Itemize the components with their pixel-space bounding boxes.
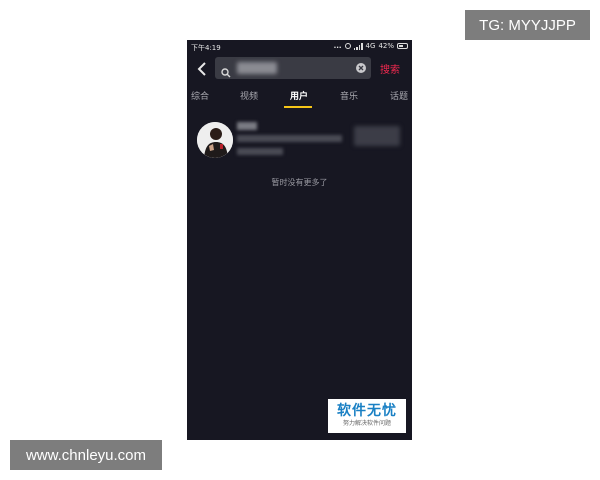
status-indicators: ... 4G 42% — [334, 42, 408, 50]
status-bar: 下午4:19 ... 4G 42% — [187, 40, 412, 54]
search-icon — [221, 63, 231, 78]
clear-search-icon[interactable] — [356, 63, 366, 73]
active-tab-indicator — [284, 106, 312, 108]
status-time: 下午4:19 — [191, 44, 221, 52]
alarm-icon — [344, 43, 351, 49]
network-type: 4G — [365, 42, 376, 50]
notification-dots-icon: ... — [333, 42, 342, 50]
search-input[interactable] — [215, 57, 371, 79]
user-id-blurred — [237, 135, 342, 142]
user-result-row[interactable] — [187, 118, 412, 164]
user-avatar[interactable] — [197, 122, 233, 158]
battery-percent: 42% — [378, 42, 394, 50]
no-more-results-text: 暂时没有更多了 — [271, 178, 328, 187]
watermark-logo: 软件无忧 努力解决软件问题 — [328, 399, 406, 433]
battery-icon — [397, 43, 408, 49]
follow-button[interactable] — [354, 126, 400, 146]
tab-topics[interactable]: 话题 — [390, 89, 408, 102]
tab-music[interactable]: 音乐 — [340, 89, 358, 102]
tg-label-badge: TG: MYYJJPP — [465, 10, 590, 40]
phone-screen: 下午4:19 ... 4G 42% 搜索 综合 视频 用户 音乐 话题 暂时没有… — [187, 40, 412, 440]
site-url-badge: www.chnleyu.com — [10, 440, 162, 470]
user-name-blurred — [237, 122, 257, 130]
search-query-blurred — [237, 62, 277, 74]
user-fans-blurred — [237, 148, 283, 155]
watermark-title: 软件无忧 — [337, 403, 397, 419]
search-button[interactable]: 搜索 — [380, 61, 400, 76]
tab-comprehensive[interactable]: 综合 — [191, 89, 209, 102]
back-arrow-icon[interactable] — [197, 61, 207, 76]
watermark-subtitle: 努力解决软件问题 — [342, 420, 391, 427]
tab-videos[interactable]: 视频 — [240, 89, 258, 102]
tg-label: TG: MYYJJPP — [479, 16, 576, 34]
signal-strength-icon — [353, 42, 363, 50]
tab-users[interactable]: 用户 — [290, 89, 308, 102]
site-url: www.chnleyu.com — [25, 446, 147, 464]
